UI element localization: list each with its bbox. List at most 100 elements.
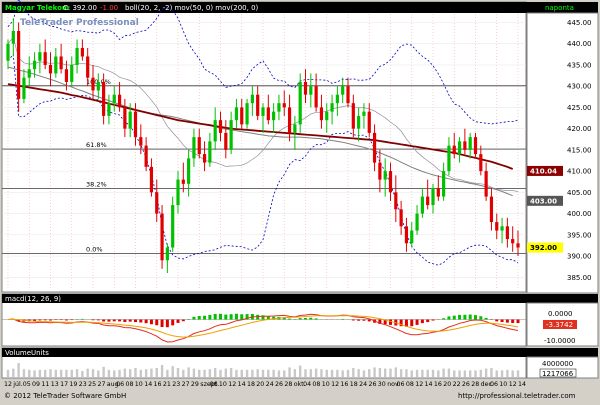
macd-histogram-bar	[113, 320, 116, 322]
macd-histogram-bar	[60, 320, 63, 321]
macd-histogram-bar	[81, 319, 84, 320]
volume-bar	[118, 370, 120, 377]
date-label: 17	[60, 381, 68, 388]
volume-bar	[241, 370, 243, 377]
date-label: 08	[126, 381, 134, 388]
date-label: 12	[228, 381, 236, 388]
date-label: 05	[23, 381, 31, 388]
candle-body	[389, 171, 392, 192]
date-label: 28	[284, 381, 292, 388]
candle-body	[129, 112, 132, 129]
macd-histogram-bar	[208, 315, 211, 320]
price-axis-label: 405.00	[567, 189, 592, 197]
candle-body	[17, 31, 20, 99]
volume-bar	[347, 370, 349, 377]
volume-bar	[341, 370, 343, 377]
macd-histogram-bar	[506, 320, 509, 323]
macd-histogram-bar	[368, 320, 371, 322]
macd-histogram-bar	[92, 320, 95, 321]
volume-bar	[400, 369, 402, 377]
volume-bar	[283, 370, 285, 377]
macd-histogram-bar	[235, 314, 238, 320]
price-axis-label: 410.00	[567, 168, 592, 176]
candle-body	[160, 214, 163, 261]
watermark: TeleTrader Professional	[20, 18, 139, 28]
date-label: 21	[163, 381, 171, 388]
volume-bar	[76, 369, 78, 377]
macd-histogram-bar	[65, 320, 68, 321]
candle-body	[219, 120, 222, 133]
volume-bar	[156, 368, 158, 377]
date-label: 09	[32, 381, 40, 388]
volume-bar	[299, 366, 301, 377]
macd-histogram-bar	[102, 320, 105, 322]
macd-histogram-bar	[458, 315, 461, 320]
candle-body	[431, 188, 434, 205]
macd-histogram-bar	[389, 320, 392, 325]
date-label: 12	[509, 381, 517, 388]
candle-body	[320, 107, 323, 120]
instrument-change: -1.00	[100, 4, 118, 12]
candle-body	[86, 56, 89, 77]
candle-body	[346, 86, 349, 103]
timeframe-label: napontа	[545, 4, 574, 12]
volume-bar	[12, 369, 14, 377]
date-label: 22	[453, 381, 461, 388]
volume-bar	[171, 366, 173, 377]
candle-body	[378, 163, 381, 180]
volume-bar	[310, 369, 312, 377]
volume-bar	[134, 368, 136, 377]
date-label: 14	[238, 381, 246, 388]
candle-body	[330, 103, 333, 111]
date-label: 18	[247, 381, 255, 388]
candle-body	[309, 86, 312, 94]
date-label: 12	[331, 381, 339, 388]
candle-body	[187, 158, 190, 183]
volume-bar	[496, 370, 498, 377]
macd-histogram-bar	[230, 314, 233, 319]
volume-bar	[81, 371, 83, 377]
macd-histogram-bar	[214, 314, 217, 320]
candle-body	[500, 226, 503, 230]
volume-bar	[219, 370, 221, 377]
footer-url: http://professional.teletrader.com	[458, 392, 576, 400]
candle-body	[261, 107, 264, 115]
volume-bar	[421, 370, 423, 377]
volume-bar	[86, 369, 88, 377]
volume-bar	[39, 370, 41, 377]
macd-histogram-bar	[362, 320, 365, 321]
candle-body	[44, 52, 47, 65]
volume-bar	[145, 369, 147, 377]
candle-body	[463, 141, 466, 149]
candle-body	[373, 133, 376, 163]
macd-histogram-bar	[352, 320, 355, 321]
price-axis-label: 395.00	[567, 231, 592, 239]
volume-bar	[71, 370, 73, 377]
candle-body	[107, 103, 110, 116]
price-axis-label: 385.00	[567, 274, 592, 282]
volume-bar	[225, 369, 227, 377]
volume-bar	[177, 368, 179, 377]
candle-body	[75, 48, 78, 65]
macd-histogram-bar	[474, 315, 477, 319]
volume-bar	[267, 370, 269, 377]
candle-body	[283, 103, 286, 107]
candle-body	[458, 141, 461, 154]
date-label: 25	[88, 381, 96, 388]
chart-window: Magyar Telekom C: 392.00 -1.00 boll(20, …	[0, 0, 600, 400]
candle-body	[123, 107, 126, 128]
date-label: 11	[41, 381, 49, 388]
candle-body	[60, 56, 63, 69]
macd-histogram-bar	[315, 318, 318, 319]
date-label: 24	[359, 381, 367, 388]
volume-bar	[357, 369, 359, 377]
copyright: © 2012 TeleTrader Software GmbH	[4, 392, 126, 400]
date-label: 04	[303, 381, 311, 388]
macd-label-value: -3.3742	[546, 321, 573, 329]
date-label: 26	[369, 381, 377, 388]
volume-bar	[278, 370, 280, 377]
volume-bar	[124, 369, 126, 377]
macd-histogram-bar	[432, 320, 435, 321]
volume-bar	[17, 363, 19, 377]
date-label: 06	[210, 381, 218, 388]
